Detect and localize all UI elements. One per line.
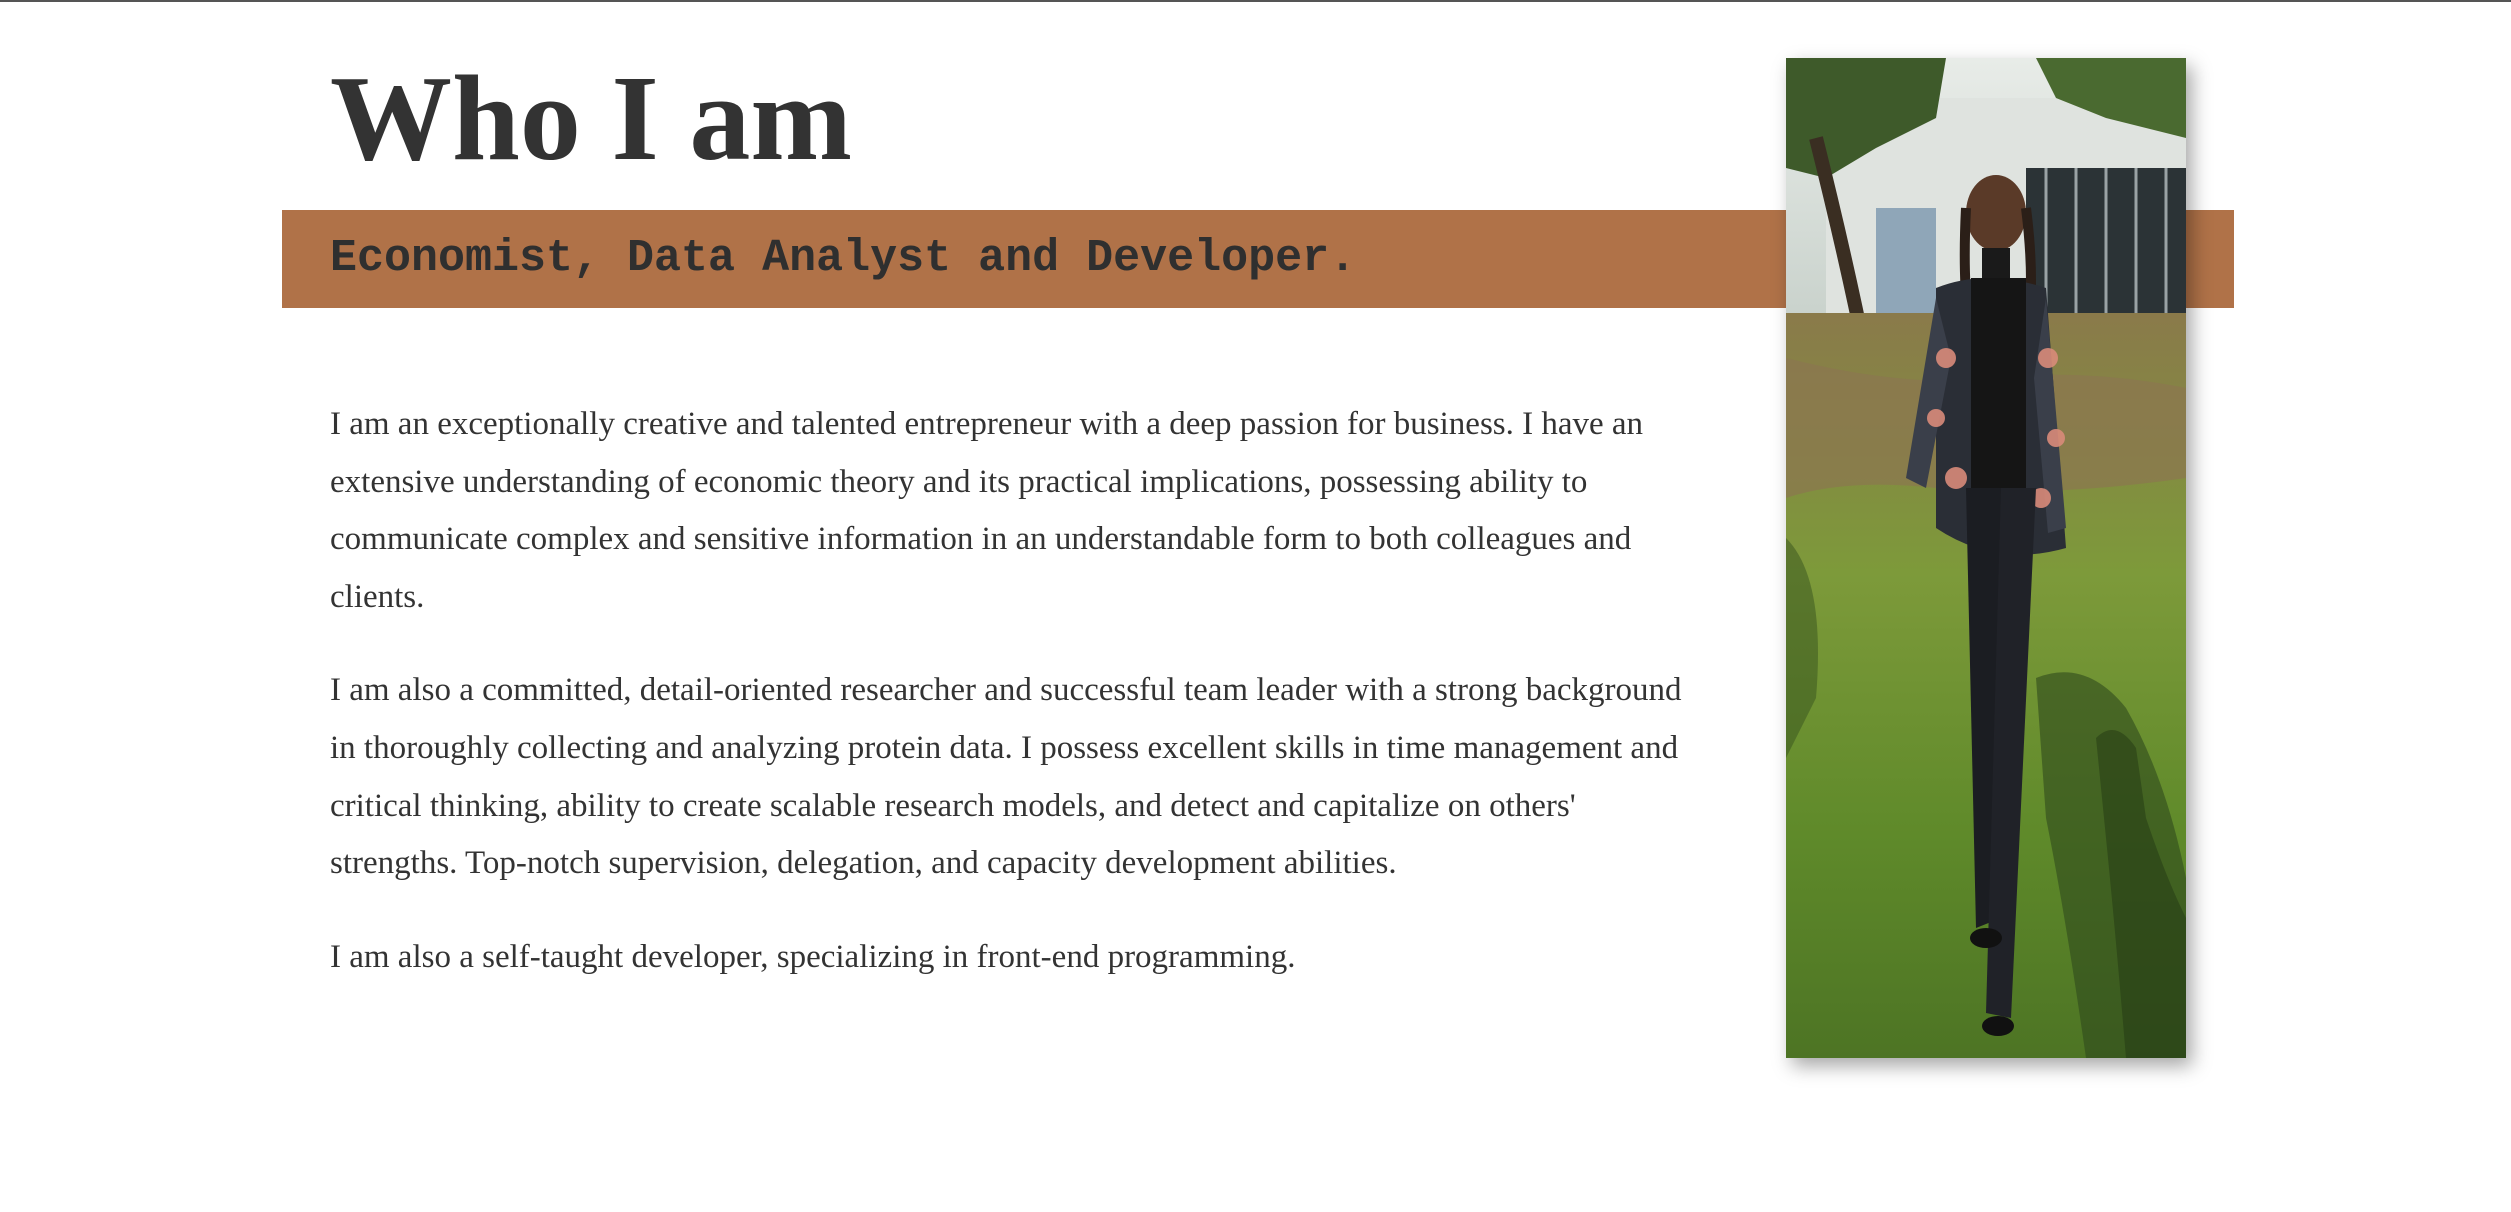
- bio-paragraph: I am an exceptionally creative and talen…: [330, 406, 1644, 615]
- page-title: Who I am: [330, 51, 852, 186]
- profile-photo: [1786, 58, 2186, 1058]
- profile-photo-image: [1786, 58, 2186, 1058]
- bio-paragraph: I am also a committed, detail-oriented r…: [330, 672, 1682, 882]
- bio-paragraph: I am also a self-taught developer, speci…: [330, 938, 1296, 975]
- bio-section: I am an exceptionally creative and talen…: [330, 396, 1700, 1022]
- tagline: Economist, Data Analyst and Developer.: [330, 233, 1357, 284]
